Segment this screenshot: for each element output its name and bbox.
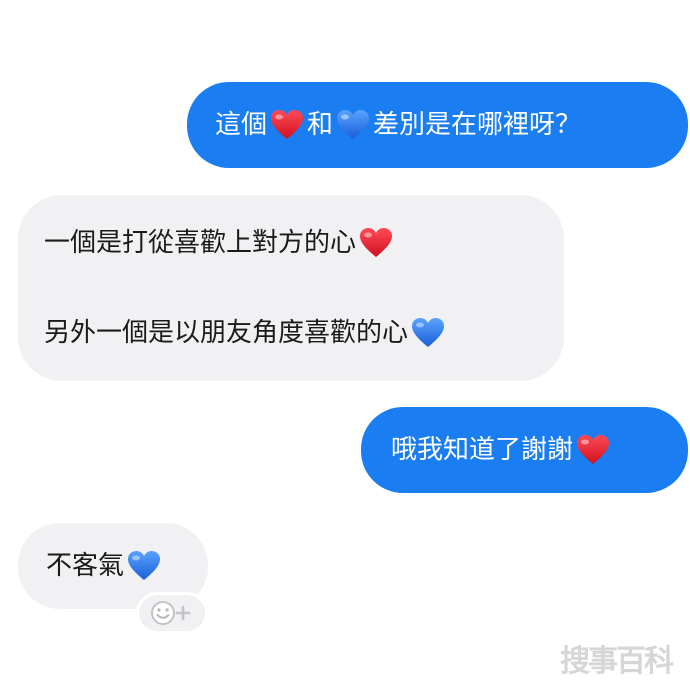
- chat-thread: 這個 和 差別是在哪裡呀？ 一個是打從喜歡上對方的心 另外一個是以朋友角度喜歡的…: [0, 0, 690, 690]
- message-text: 和: [307, 110, 334, 140]
- message-text: 不客氣: [46, 551, 125, 581]
- incoming-message-bubble[interactable]: 一個是打從喜歡上對方的心 另外一個是以朋友角度喜歡的心: [18, 195, 564, 381]
- add-reaction-button[interactable]: [136, 592, 208, 634]
- message-text: 哦我知道了謝謝: [391, 435, 574, 465]
- blue-heart-icon: [336, 109, 370, 141]
- message-text: 差別是在哪裡呀？: [373, 110, 582, 140]
- watermark-logo: 搜事百科: [560, 644, 674, 679]
- red-heart-icon: [270, 109, 304, 141]
- red-heart-icon: [359, 227, 393, 259]
- blue-heart-icon: [411, 317, 445, 349]
- outgoing-message-bubble[interactable]: 這個 和 差別是在哪裡呀？: [187, 82, 688, 168]
- message-text: 一個是打從喜歡上對方的心: [44, 228, 357, 258]
- blue-heart-icon: [127, 550, 161, 582]
- message-text: 另外一個是以朋友角度喜歡的心: [44, 318, 409, 348]
- red-heart-icon: [576, 434, 610, 466]
- outgoing-message-bubble[interactable]: 哦我知道了謝謝: [361, 407, 688, 493]
- message-line: 另外一個是以朋友角度喜歡的心: [44, 311, 448, 355]
- message-line: 一個是打從喜歡上對方的心: [44, 221, 396, 265]
- smiley-plus-icon: [151, 601, 191, 625]
- message-text: 這個: [215, 110, 268, 140]
